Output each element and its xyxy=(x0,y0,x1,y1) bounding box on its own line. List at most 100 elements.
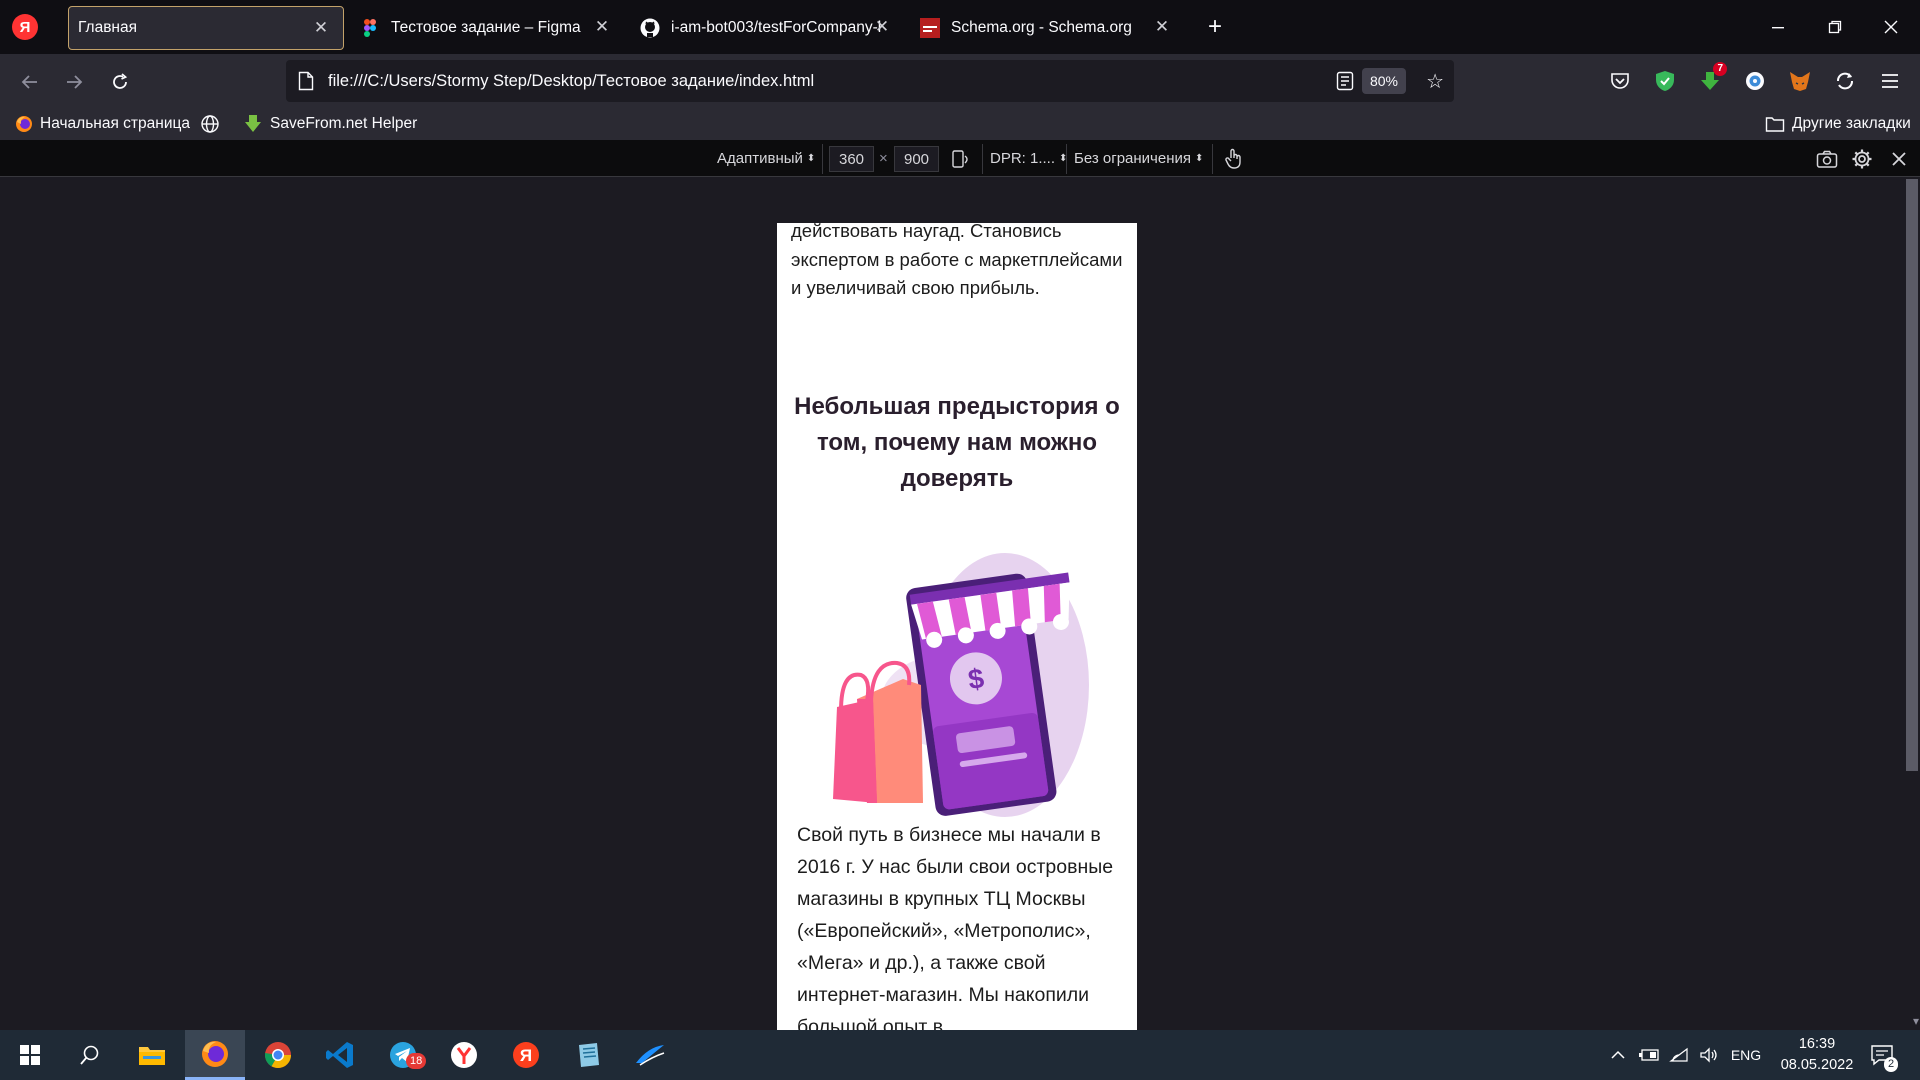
schema-org-icon xyxy=(920,18,940,38)
close-tab-icon[interactable]: ✕ xyxy=(1152,17,1172,37)
responsive-design-toolbar: Адаптивный ⬍ 360 × 900 DPR: 1.... ⬍ Без ог… xyxy=(0,140,1920,177)
telegram-icon[interactable]: 18 xyxy=(373,1030,433,1080)
scrollbar-thumb[interactable] xyxy=(1906,179,1918,771)
tab-title: Тестовое задание – Figma xyxy=(391,19,581,36)
back-arrow-icon[interactable] xyxy=(14,66,46,98)
close-window-icon[interactable] xyxy=(1876,12,1906,42)
dpr-label: DPR: 1.... xyxy=(990,150,1056,167)
throttling-label: Без ограничения xyxy=(1074,150,1192,167)
bookmark-label: Другие закладки xyxy=(1792,115,1911,132)
touch-simulation-icon[interactable] xyxy=(1224,146,1242,171)
forward-arrow-icon[interactable] xyxy=(58,66,90,98)
extension-badge: 7 xyxy=(1713,62,1727,76)
settings-gear-icon[interactable] xyxy=(1851,146,1873,171)
wifi-icon[interactable] xyxy=(1664,1030,1694,1080)
yandex-browser-icon[interactable] xyxy=(434,1030,494,1080)
vpn-globe-icon[interactable] xyxy=(1740,66,1770,96)
dpr-selector[interactable]: DPR: 1.... ⬍ xyxy=(990,146,1067,171)
input-language[interactable]: ENG xyxy=(1726,1030,1766,1080)
bookmark-label: Начальная страница xyxy=(40,115,190,132)
device-label: Адаптивный xyxy=(717,150,803,167)
svg-text:Я: Я xyxy=(520,1046,532,1065)
device-selector[interactable]: Адаптивный ⬍ xyxy=(717,146,815,171)
pocket-icon[interactable] xyxy=(1605,66,1635,96)
firefox-taskbar-icon[interactable] xyxy=(185,1030,245,1080)
shop-illustration: $ xyxy=(827,551,1099,828)
scroll-down-arrow-icon[interactable]: ▾ xyxy=(1913,1014,1919,1028)
app-swoosh-icon[interactable] xyxy=(620,1030,680,1080)
volume-icon[interactable] xyxy=(1694,1030,1724,1080)
windows-start-icon[interactable] xyxy=(0,1030,60,1080)
address-bar[interactable]: file:///C:/Users/Stormy Step/Desktop/Тес… xyxy=(286,60,1454,102)
vscode-icon[interactable] xyxy=(310,1030,370,1080)
bookmark-savefrom[interactable]: SaveFrom.net Helper xyxy=(243,112,417,136)
tab-schema[interactable]: Schema.org - Schema.org ✕ xyxy=(920,6,1184,50)
sync-icon[interactable] xyxy=(1830,66,1860,96)
windows-taskbar: 18 Я ENG 16:39 08.05.2022 2 xyxy=(0,1030,1920,1080)
tab-github[interactable]: i-am-bot003/testForCompany-l ✕ xyxy=(640,6,904,50)
clock[interactable]: 16:39 08.05.2022 xyxy=(1770,1034,1864,1076)
clock-time: 16:39 xyxy=(1798,1036,1836,1052)
tab-title: Главная xyxy=(78,19,137,36)
throttling-selector[interactable]: Без ограничения ⬍ xyxy=(1074,146,1203,171)
minimize-icon[interactable] xyxy=(1763,12,1793,42)
close-tab-icon[interactable]: ✕ xyxy=(592,17,612,37)
separator xyxy=(822,144,823,174)
history-paragraph: Свой путь в бизнесе мы начали в 2016 г. … xyxy=(797,824,1114,1030)
viewport-height-input[interactable]: 900 xyxy=(894,146,939,172)
search-icon[interactable] xyxy=(60,1030,120,1080)
new-tab-button[interactable]: + xyxy=(1202,13,1228,40)
yandex-menu-icon[interactable]: Я xyxy=(12,14,38,40)
notifications-icon[interactable]: 2 xyxy=(1862,1030,1902,1080)
savefrom-download-icon[interactable]: 7 xyxy=(1695,62,1727,96)
tab-title: Schema.org - Schema.org xyxy=(951,19,1132,36)
yandex-icon[interactable]: Я xyxy=(496,1030,556,1080)
viewport-width-input[interactable]: 360 xyxy=(829,146,874,172)
chrome-icon[interactable] xyxy=(248,1030,308,1080)
navigation-toolbar: file:///C:/Users/Stormy Step/Desktop/Тес… xyxy=(0,54,1920,108)
tab-title: i-am-bot003/testForCompany-l xyxy=(671,19,881,36)
battery-icon[interactable] xyxy=(1634,1030,1664,1080)
folder-icon xyxy=(1765,115,1785,133)
address-text[interactable]: file:///C:/Users/Stormy Step/Desktop/Тес… xyxy=(328,72,814,91)
file-explorer-icon[interactable] xyxy=(122,1030,182,1080)
menu-hamburger-icon[interactable] xyxy=(1875,66,1905,96)
show-hidden-icons-chevron-icon[interactable] xyxy=(1603,1030,1633,1080)
close-tab-icon[interactable]: ✕ xyxy=(872,17,892,37)
adguard-shield-icon[interactable] xyxy=(1650,66,1680,96)
tab-bar: Я Главная ✕ Тестовое задание – Figma ✕ i… xyxy=(0,0,1920,54)
figma-icon xyxy=(360,18,380,38)
notification-count: 2 xyxy=(1884,1057,1899,1072)
reload-icon[interactable] xyxy=(104,66,136,98)
bookmark-star-icon[interactable]: ☆ xyxy=(1426,69,1444,94)
rotate-viewport-icon[interactable] xyxy=(950,146,970,171)
separator xyxy=(982,144,983,174)
bookmarks-toolbar: Начальная страница SaveFrom.net Helper Д… xyxy=(0,108,1920,140)
separator xyxy=(1066,144,1067,174)
globe-icon xyxy=(200,114,220,134)
zoom-level-button[interactable]: 80% xyxy=(1361,68,1406,94)
metamask-fox-icon[interactable] xyxy=(1785,66,1815,96)
intro-paragraph: действовать наугад. Становись экспертом … xyxy=(791,223,1123,298)
notepad-app-icon[interactable] xyxy=(558,1030,618,1080)
dimension-separator: × xyxy=(879,150,888,167)
device-viewport[interactable]: действовать наугад. Становись экспертом … xyxy=(777,223,1137,1030)
bookmark-label: SaveFrom.net Helper xyxy=(270,115,418,132)
close-tab-icon[interactable]: ✕ xyxy=(311,18,331,38)
history-heading: Небольшая предыстория о том, почему нам … xyxy=(794,393,1120,492)
screenshot-camera-icon[interactable] xyxy=(1816,146,1838,171)
tab-main[interactable]: Главная ✕ xyxy=(68,6,344,50)
separator xyxy=(1212,144,1213,174)
page-icon xyxy=(298,71,314,96)
other-bookmarks[interactable]: Другие закладки xyxy=(1765,112,1911,136)
bookmark-home[interactable]: Начальная страница xyxy=(15,112,190,136)
tab-figma[interactable]: Тестовое задание – Figma ✕ xyxy=(360,6,624,50)
close-rdm-icon[interactable] xyxy=(1891,146,1907,171)
globe-bookmark[interactable] xyxy=(200,112,227,136)
savefrom-download-icon xyxy=(243,114,263,134)
restore-icon[interactable] xyxy=(1820,12,1850,42)
reader-view-icon[interactable] xyxy=(1336,71,1354,96)
page-scrollbar[interactable]: ▾ xyxy=(1904,177,1920,1030)
github-icon xyxy=(640,18,660,38)
viewport-area: действовать наугад. Становись экспертом … xyxy=(0,177,1920,1030)
